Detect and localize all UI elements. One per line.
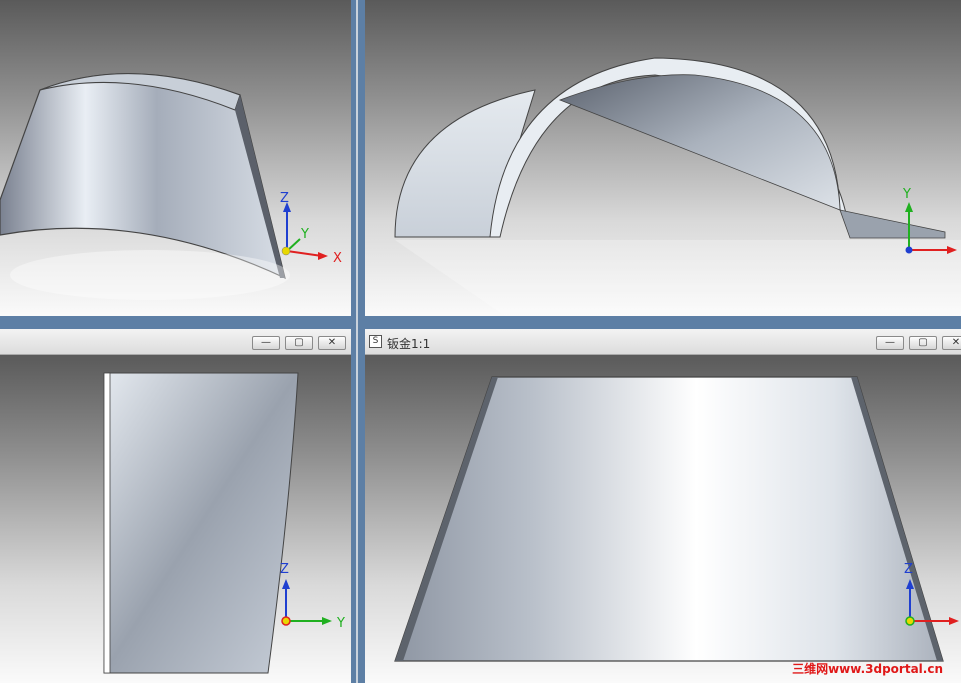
window-title: 钣金1:1 <box>387 337 431 351</box>
document-icon: S <box>369 335 382 348</box>
close-button[interactable]: ✕ <box>318 336 346 350</box>
axis-label-y: Y <box>300 227 309 242</box>
viewport-canvas[interactable]: Z Y X <box>0 0 351 316</box>
viewport-canvas[interactable]: Y <box>365 0 961 316</box>
axis-label-y: Y <box>336 616 345 631</box>
axis-label-z: Z <box>280 191 289 206</box>
window-titlebar: — ▢ ✕ <box>0 329 351 355</box>
close-button[interactable]: ✕ <box>942 336 961 350</box>
viewport-side[interactable]: — ▢ ✕ Z Y <box>0 329 351 683</box>
minimize-button[interactable]: — <box>876 336 904 350</box>
triad-axis-icon: Y <box>902 187 957 254</box>
viewport-isometric[interactable]: Z Y X <box>0 0 351 316</box>
viewport-canvas[interactable]: Z 三维网www.3dportal.cn <box>365 355 961 683</box>
viewport-top[interactable]: S 钣金1:1 — ▢ ✕ Z 三维网www.3dportal.cn <box>365 329 961 683</box>
minimize-button[interactable]: — <box>252 336 280 350</box>
restore-button[interactable]: ▢ <box>909 336 937 350</box>
axis-label-z: Z <box>904 562 913 577</box>
restore-button[interactable]: ▢ <box>285 336 313 350</box>
triad-axis-icon: Z <box>904 562 959 626</box>
axis-label-z: Z <box>280 562 289 577</box>
triad-axis-icon: Z Y <box>280 562 345 631</box>
triad-axis-icon: Z Y X <box>280 191 342 266</box>
watermark-text: 三维网www.3dportal.cn <box>792 662 943 676</box>
axis-label-x: X <box>333 251 342 266</box>
window-titlebar: S 钣金1:1 — ▢ ✕ <box>365 329 961 355</box>
viewport-splitter-vertical[interactable] <box>356 0 358 683</box>
axis-label-y: Y <box>902 187 911 202</box>
viewport-canvas[interactable]: Z Y <box>0 355 351 683</box>
viewport-front[interactable]: Y <box>365 0 961 316</box>
